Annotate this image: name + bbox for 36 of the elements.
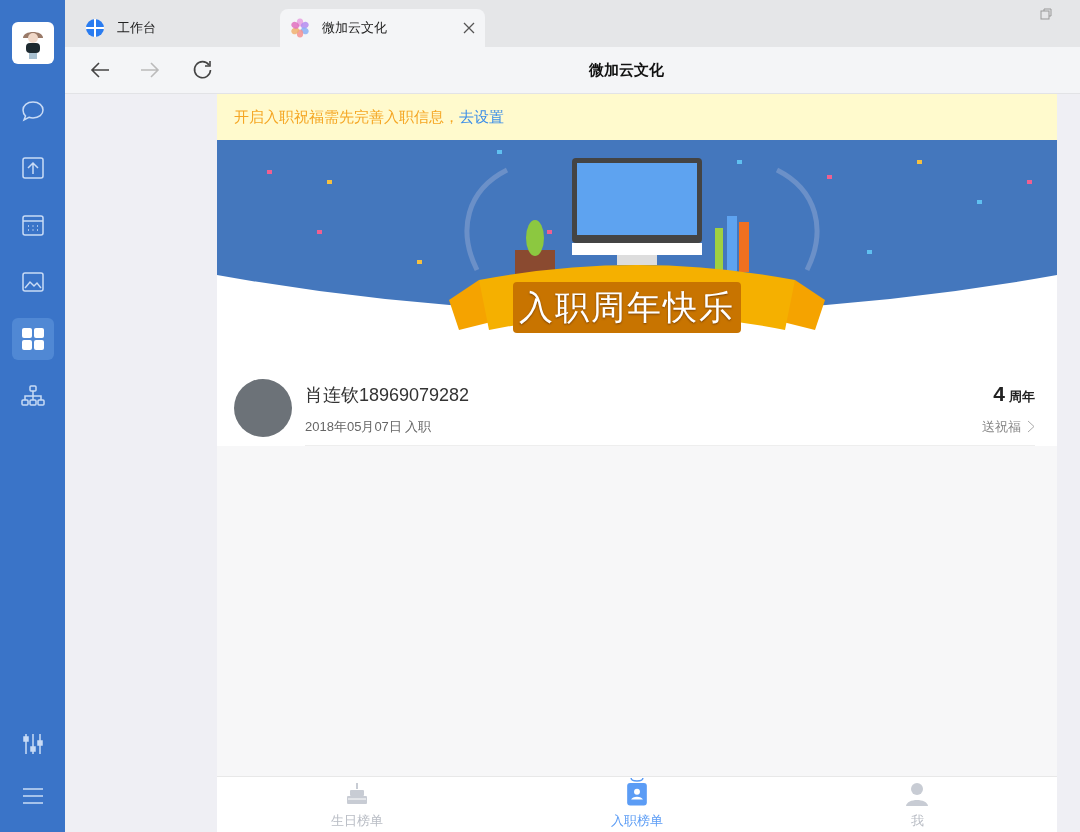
employee-name: 肖连钦18969079282 [305,384,470,407]
grid-icon [19,326,46,352]
settings-link[interactable]: 去设置 [459,107,504,125]
notice-text: 开启入职祝福需先完善入职信息，去设置 [234,106,504,127]
send-wishes-link[interactable]: 送祝福 [982,417,1021,437]
tab-label: 工作台 [117,19,156,38]
flower-logo-icon [290,18,310,38]
chevron-right-icon [1027,420,1035,434]
chat-icon [19,98,46,124]
refresh-icon[interactable] [191,59,213,81]
bottom-tab-label: 我 [910,811,924,830]
person-icon [904,780,930,807]
page-title: 微加云文化 [589,59,664,80]
avatar[interactable] [11,22,54,64]
sidebar-item[interactable] [11,318,54,360]
years-count: 4 [993,380,1005,407]
picture-icon [19,269,46,295]
banner-title: 入职周年快乐 [513,282,741,333]
join-date: 2018年05月07日 入职 [305,418,432,436]
tab[interactable]: 微加云文化 [280,9,485,47]
quad-circle-icon [85,18,105,38]
bottom-tab-label: 生日榜单 [331,811,383,830]
tab-label: 微加云文化 [322,19,387,38]
org-chart-icon [19,383,46,409]
restore-window-icon[interactable] [1040,8,1052,20]
bottom-tab[interactable]: 入职榜单 [497,777,777,832]
avatar-photo-placeholder [234,378,292,437]
years-unit: 周年 [1009,387,1035,406]
bottom-tab-label: 入职榜单 [611,811,663,830]
close-icon[interactable] [463,22,475,34]
cake-icon [344,780,370,807]
bottom-tab[interactable]: 我 [777,777,1057,832]
calendar-icon [19,212,46,238]
bottom-tab[interactable]: 生日榜单 [217,777,497,832]
employee-row[interactable]: 肖连钦18969079282 4 周年 2018年05月07日 入职 送祝福 [217,369,1057,446]
tab[interactable]: 工作台 [75,9,280,47]
